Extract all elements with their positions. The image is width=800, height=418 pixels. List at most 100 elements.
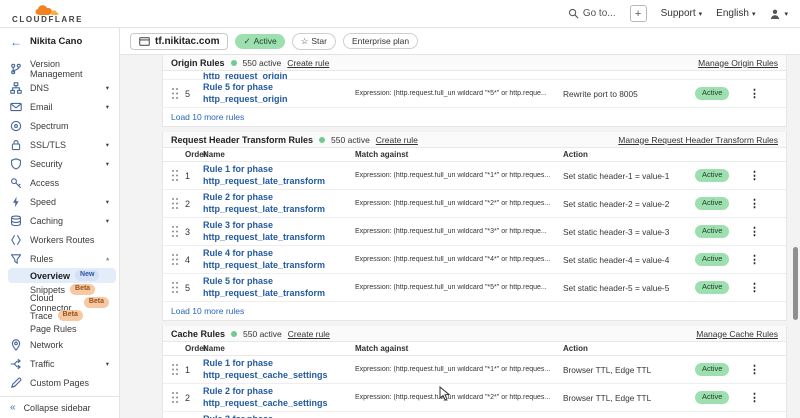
kebab-menu-icon[interactable]: ⋮: [743, 253, 786, 266]
rule-action: Browser TTL, Edge TTL: [563, 393, 695, 403]
sidebar-item-email[interactable]: Email▾: [0, 97, 119, 116]
language-menu[interactable]: English ▾: [716, 8, 755, 19]
drag-handle[interactable]: [171, 391, 185, 404]
sidebar-item-label: Access: [30, 178, 59, 188]
sidebar-subitem-overview[interactable]: OverviewNew: [8, 268, 116, 283]
sidebar-item-security[interactable]: Security▾: [0, 154, 119, 173]
sidebar-item-access[interactable]: Access: [0, 173, 119, 192]
sidebar-item-traffic[interactable]: Traffic▾: [0, 354, 119, 373]
collapse-sidebar-button[interactable]: « Collapse sidebar: [0, 396, 119, 418]
rule-match-expression: Expression: (http.request.full_uri wildc…: [355, 366, 563, 373]
kebab-menu-icon[interactable]: ⋮: [743, 225, 786, 238]
rule-match-expression: Expression: (http.request.full_uri wildc…: [355, 172, 563, 179]
sidebar-item-network[interactable]: Network: [0, 335, 119, 354]
column-action: Action: [563, 150, 695, 159]
manage-rules-link[interactable]: Manage Origin Rules: [698, 58, 778, 68]
kebab-menu-icon[interactable]: ⋮: [743, 169, 786, 182]
sidebar-item-dns[interactable]: DNS▾: [0, 78, 119, 97]
rule-match-expression: Expression: (http.request.full_uri wildc…: [355, 90, 563, 97]
table-row: 3 Rule 3 for phasehttp_request_cache_set…: [163, 412, 786, 418]
sidebar-subitem-page-rules[interactable]: Page Rules: [0, 322, 119, 335]
top-bar: CLOUDFLARE Go to... + Support ▾ English …: [0, 0, 800, 28]
rule-name-link[interactable]: Rule 3 for phasehttp_request_cache_setti…: [203, 414, 355, 418]
active-count: 550 active: [243, 329, 282, 339]
rule-name-link[interactable]: Rule 1 for phasehttp_request_late_transf…: [203, 164, 355, 187]
sidebar-item-rules[interactable]: Rules▾: [0, 249, 119, 268]
section-header: Cache Rules 550 active Create rule Manag…: [163, 326, 786, 342]
sidebar-item-speed[interactable]: Speed▾: [0, 192, 119, 211]
kebab-menu-icon[interactable]: ⋮: [743, 363, 786, 376]
email-icon: [10, 101, 22, 113]
sidebar-item-ssl-tls[interactable]: SSL/TLS▾: [0, 135, 119, 154]
kebab-menu-icon[interactable]: ⋮: [743, 87, 786, 100]
rule-action: Set static header-2 = value-2: [563, 199, 695, 209]
load-more-link[interactable]: Load 10 more rules: [171, 112, 244, 122]
section-title: Cache Rules: [171, 329, 225, 339]
kebab-menu-icon[interactable]: ⋮: [743, 197, 786, 210]
sidebar-subitem-trace[interactable]: TraceBeta: [0, 309, 119, 322]
section-cache-rules: Cache Rules 550 active Create rule Manag…: [162, 326, 787, 418]
manage-rules-link[interactable]: Manage Request Header Transform Rules: [618, 135, 778, 145]
sidebar-item-version-management[interactable]: Version Management: [0, 59, 119, 78]
drag-handle[interactable]: [171, 363, 185, 376]
active-count: 550 active: [243, 58, 282, 68]
add-site-button[interactable]: +: [630, 5, 647, 22]
site-domain: tf.nikitac.com: [155, 36, 219, 47]
drag-handle[interactable]: [171, 169, 185, 182]
star-button[interactable]: ☆ Star: [292, 33, 336, 50]
kebab-menu-icon[interactable]: ⋮: [743, 391, 786, 404]
security-icon: [10, 158, 22, 170]
sidebar-item-label: SSL/TLS: [30, 140, 66, 150]
sidebar-item-label: Rules: [30, 254, 53, 264]
create-rule-link[interactable]: Create rule: [288, 329, 330, 339]
rule-match-expression: Expression: (http.request.full_uri wildc…: [355, 394, 563, 401]
sidebar-item-label: Spectrum: [30, 121, 69, 131]
rule-name-link[interactable]: http_request_origin: [203, 71, 355, 80]
sidebar-item-label: DNS: [30, 83, 49, 93]
table-row: 5 Rule 5 for phasehttp_request_late_tran…: [163, 274, 786, 302]
drag-handle[interactable]: [171, 281, 185, 294]
rule-name-link[interactable]: Rule 2 for phasehttp_request_cache_setti…: [203, 386, 355, 409]
back-arrow-icon[interactable]: ←: [10, 35, 22, 49]
sidebar-item-spectrum[interactable]: Spectrum: [0, 116, 119, 135]
vertical-scrollbar[interactable]: [793, 247, 798, 320]
sidebar-item-label: Workers Routes: [30, 235, 94, 245]
drag-handle[interactable]: [171, 87, 185, 100]
cloudflare-logo[interactable]: CLOUDFLARE: [12, 4, 83, 24]
site-selector[interactable]: tf.nikitac.com: [130, 33, 228, 50]
drag-handle[interactable]: [171, 197, 185, 210]
goto-search[interactable]: Go to...: [568, 8, 616, 19]
rules-overview-content: Origin Rules 550 active Create rule Mana…: [120, 55, 800, 418]
user-menu[interactable]: ▾: [769, 8, 788, 20]
sidebar-nav: Version ManagementDNS▾Email▾SpectrumSSL/…: [0, 55, 119, 396]
manage-rules-link[interactable]: Manage Cache Rules: [696, 329, 778, 339]
drag-handle-icon: [171, 197, 179, 210]
rule-name-link[interactable]: Rule 5 for phasehttp_request_late_transf…: [203, 276, 355, 299]
rule-name-link[interactable]: Rule 2 for phasehttp_request_late_transf…: [203, 192, 355, 215]
create-rule-link[interactable]: Create rule: [376, 135, 418, 145]
chevron-down-icon: ▾: [106, 103, 109, 111]
sidebar-item-custom-pages[interactable]: Custom Pages: [0, 373, 119, 392]
rule-status-badge: Active: [695, 281, 729, 293]
support-menu[interactable]: Support ▾: [661, 8, 703, 19]
load-more-link[interactable]: Load 10 more rules: [171, 306, 244, 316]
sidebar-item-caching[interactable]: Caching▾: [0, 211, 119, 230]
rule-status-badge: Active: [695, 363, 729, 375]
create-rule-link[interactable]: Create rule: [287, 58, 329, 68]
table-row: 1 Rule 1 for phasehttp_request_late_tran…: [163, 162, 786, 190]
rule-name-link[interactable]: Rule 5 for phasehttp_request_origin: [203, 82, 355, 105]
plus-icon: +: [635, 8, 641, 20]
site-status-badge: ✓ Active: [235, 34, 284, 49]
drag-handle[interactable]: [171, 225, 185, 238]
kebab-menu-icon[interactable]: ⋮: [743, 281, 786, 294]
drag-handle[interactable]: [171, 253, 185, 266]
rule-status-badge: Active: [695, 253, 729, 265]
rule-name-link[interactable]: Rule 1 for phasehttp_request_cache_setti…: [203, 358, 355, 381]
rule-name-link[interactable]: Rule 3 for phasehttp_request_late_transf…: [203, 220, 355, 243]
account-name: Nikita Cano: [30, 36, 82, 47]
sidebar-subitem-cloud-connector[interactable]: Cloud ConnectorBeta: [0, 296, 119, 309]
column-match: Match against: [355, 344, 563, 353]
caching-icon: [10, 215, 22, 227]
sidebar-item-workers-routes[interactable]: Workers Routes: [0, 230, 119, 249]
rule-name-link[interactable]: Rule 4 for phasehttp_request_late_transf…: [203, 248, 355, 271]
